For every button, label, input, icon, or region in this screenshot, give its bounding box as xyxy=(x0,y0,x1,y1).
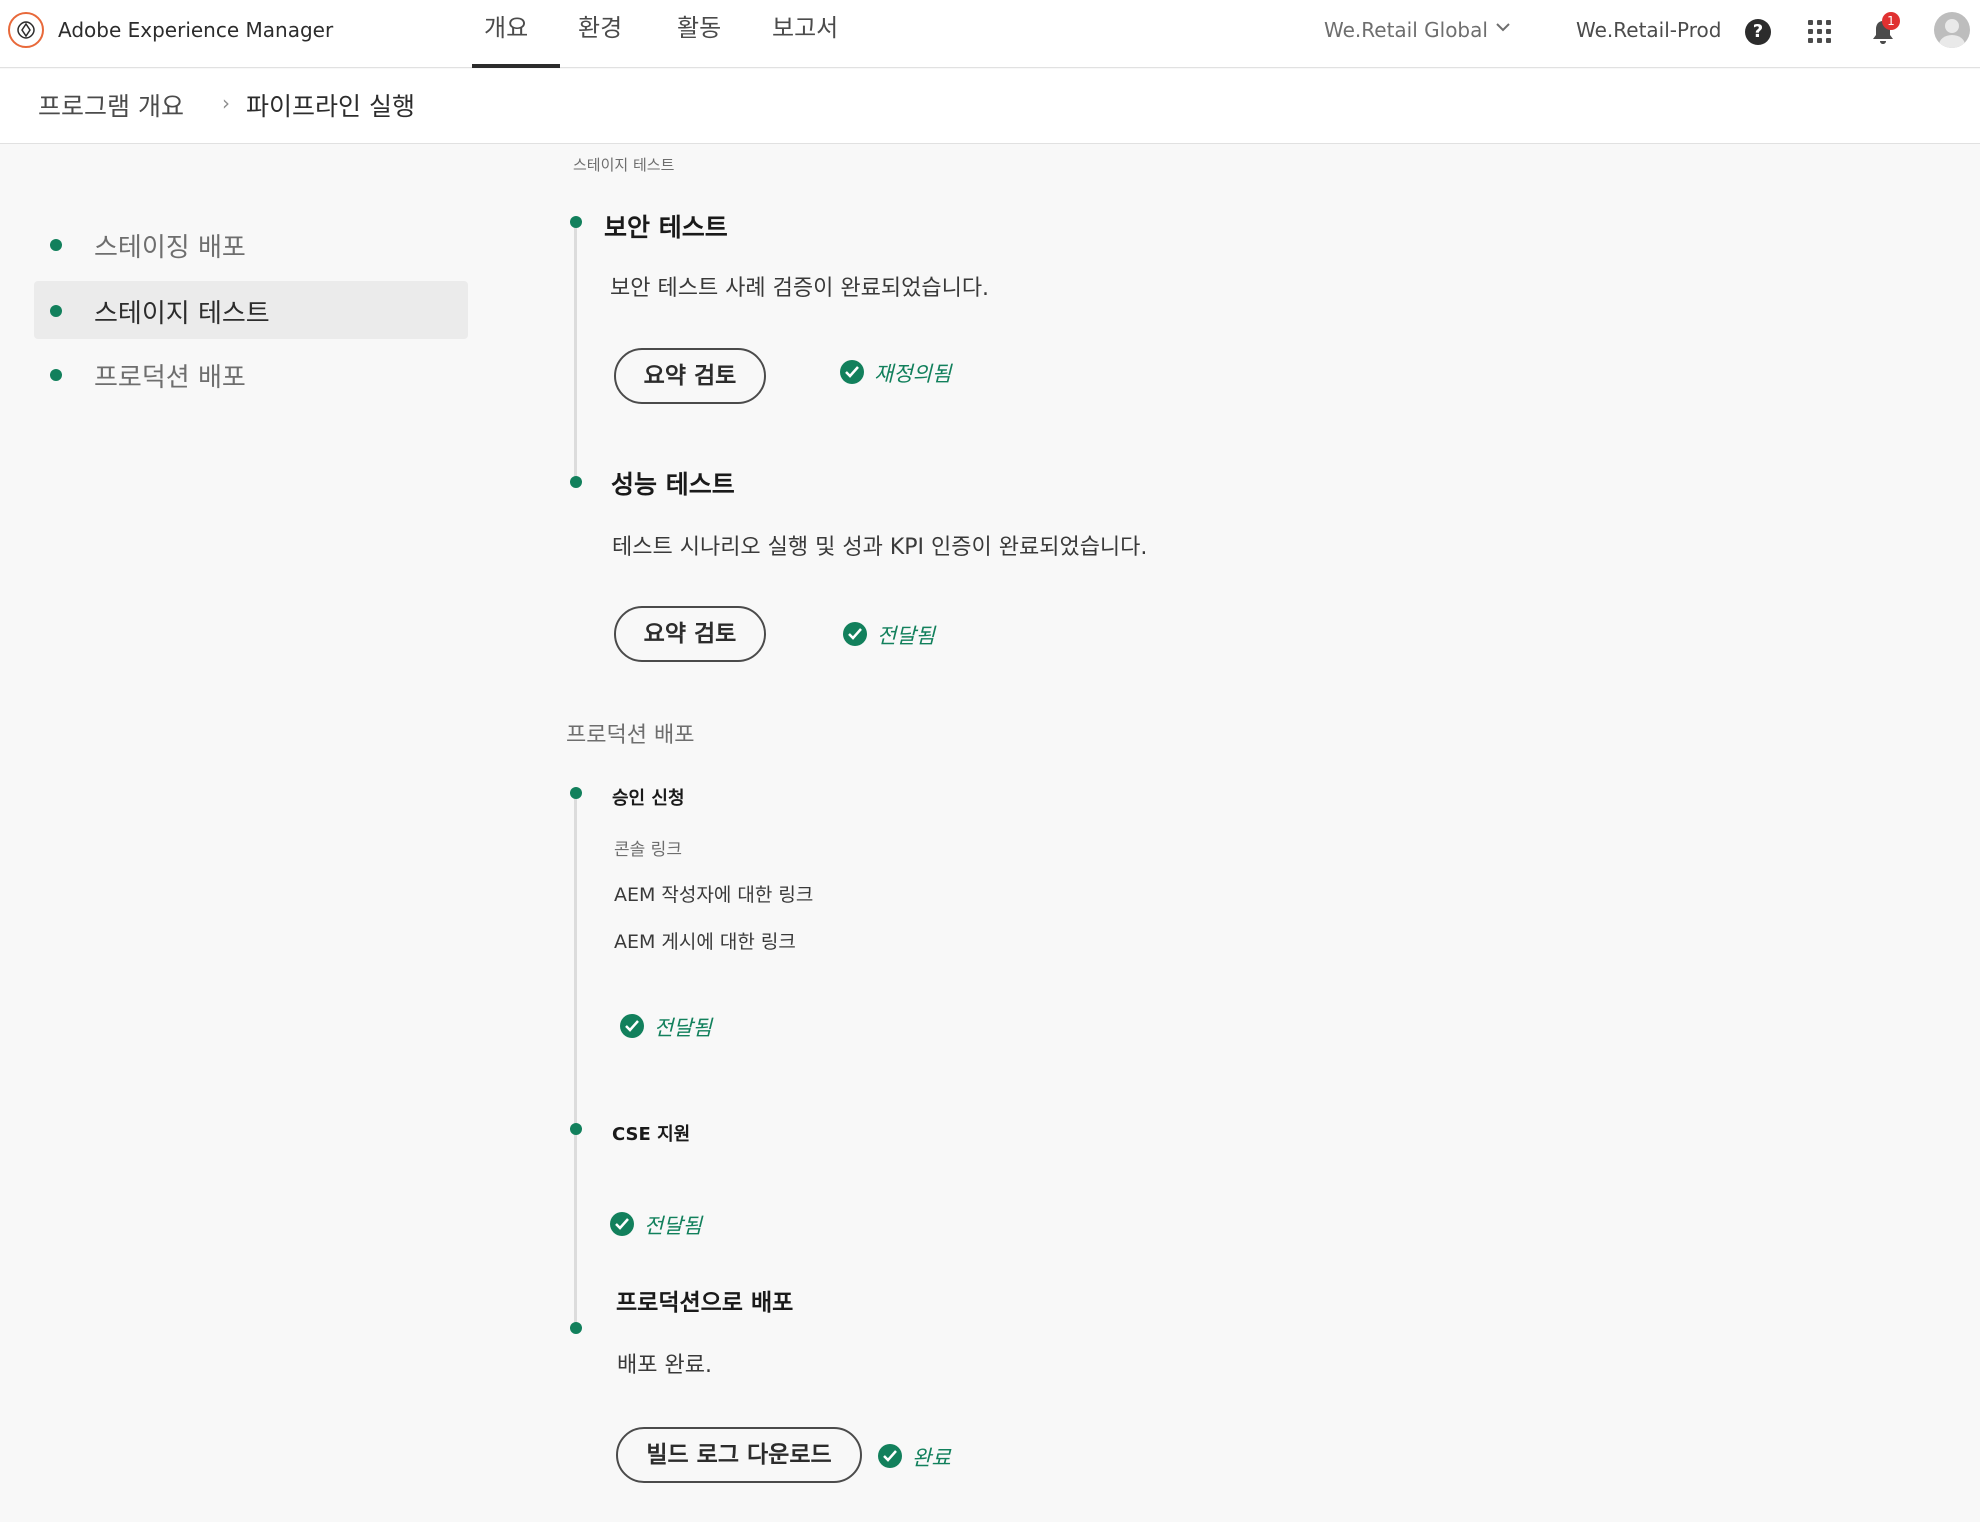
production-section-title: 프로덕션 배포 xyxy=(566,723,695,748)
program-switcher[interactable]: We.Retail-Prod xyxy=(1576,18,1721,42)
review-summary-button[interactable]: 요약 검토 xyxy=(614,348,766,404)
deploy-desc: 배포 완료. xyxy=(617,1353,712,1378)
aem-author-link[interactable]: AEM 작성자에 대한 링크 xyxy=(614,880,813,907)
status-dot xyxy=(50,239,62,251)
timeline-line xyxy=(574,222,577,482)
status-text: 완료 xyxy=(912,1446,951,1470)
top-bar: Adobe Experience Manager 개요 환경 활동 보고서 We… xyxy=(0,0,1980,68)
sidebar-item-label: 스테이징 배포 xyxy=(94,233,246,263)
review-summary-button[interactable]: 요약 검토 xyxy=(614,606,766,662)
help-icon[interactable]: ? xyxy=(1745,19,1771,45)
app-name[interactable]: Adobe Experience Manager xyxy=(58,18,333,42)
sidebar-item-production-deploy[interactable]: 프로덕션 배포 xyxy=(34,345,468,403)
tab-overview[interactable]: 개요 xyxy=(484,8,528,43)
status-dot xyxy=(50,369,62,381)
check-circle-icon xyxy=(620,1014,644,1038)
approval-title: 승인 신청 xyxy=(612,788,685,809)
apps-grid-icon[interactable] xyxy=(1808,20,1832,44)
status-text: 전달됨 xyxy=(877,624,935,648)
sidebar-item-label: 프로덕션 배포 xyxy=(94,363,246,393)
notification-badge: 1 xyxy=(1882,12,1900,30)
sidebar-item-staging-deploy[interactable]: 스테이징 배포 xyxy=(34,215,468,273)
chevron-down-icon[interactable] xyxy=(1494,18,1512,36)
check-circle-icon xyxy=(840,360,864,384)
status-text: 전달됨 xyxy=(644,1214,702,1238)
timeline-dot xyxy=(570,476,582,488)
download-build-log-button[interactable]: 빌드 로그 다운로드 xyxy=(616,1427,862,1483)
security-test-title: 보안 테스트 xyxy=(604,213,728,242)
performance-test-title: 성능 테스트 xyxy=(611,470,735,499)
performance-test-desc: 테스트 시나리오 실행 및 성과 KPI 인증이 완료되었습니다. xyxy=(612,535,1148,560)
status-dot xyxy=(50,305,62,317)
sidebar-item-label: 스테이지 테스트 xyxy=(94,299,270,329)
check-circle-icon xyxy=(610,1212,634,1236)
timeline-line xyxy=(574,796,577,1328)
timeline-dot xyxy=(570,1123,582,1135)
check-circle-icon xyxy=(843,622,867,646)
timeline-dot xyxy=(570,1322,582,1334)
aem-logo-icon[interactable] xyxy=(8,12,44,48)
aem-publish-link[interactable]: AEM 게시에 대한 링크 xyxy=(614,927,796,954)
status-text: 전달됨 xyxy=(654,1016,712,1040)
cse-support-title: CSE 지원 xyxy=(612,1124,691,1145)
stage-caption: 스테이지 테스트 xyxy=(573,156,675,174)
console-links-caption: 콘솔 링크 xyxy=(614,840,682,860)
breadcrumb-program-overview[interactable]: 프로그램 개요 xyxy=(38,87,184,123)
sidebar-item-stage-test[interactable]: 스테이지 테스트 xyxy=(34,281,468,339)
security-test-desc: 보안 테스트 사례 검증이 완료되었습니다. xyxy=(610,276,990,301)
breadcrumb-pipeline-execution: 파이프라인 실행 xyxy=(246,92,415,121)
timeline-dot xyxy=(570,787,582,799)
breadcrumb-separator: › xyxy=(222,91,230,115)
check-circle-icon xyxy=(878,1444,902,1468)
avatar[interactable] xyxy=(1934,12,1970,48)
org-switcher[interactable]: We.Retail Global xyxy=(1324,18,1488,42)
tab-activity[interactable]: 활동 xyxy=(677,8,721,43)
status-text: 재정의됨 xyxy=(874,362,952,386)
breadcrumb: 프로그램 개요 › 파이프라인 실행 xyxy=(0,69,1980,144)
active-tab-indicator xyxy=(472,64,560,68)
tab-environments[interactable]: 환경 xyxy=(578,8,622,43)
deploy-to-production-title: 프로덕션으로 배포 xyxy=(616,1290,794,1316)
timeline-dot xyxy=(570,216,582,228)
tab-reports[interactable]: 보고서 xyxy=(772,8,838,43)
